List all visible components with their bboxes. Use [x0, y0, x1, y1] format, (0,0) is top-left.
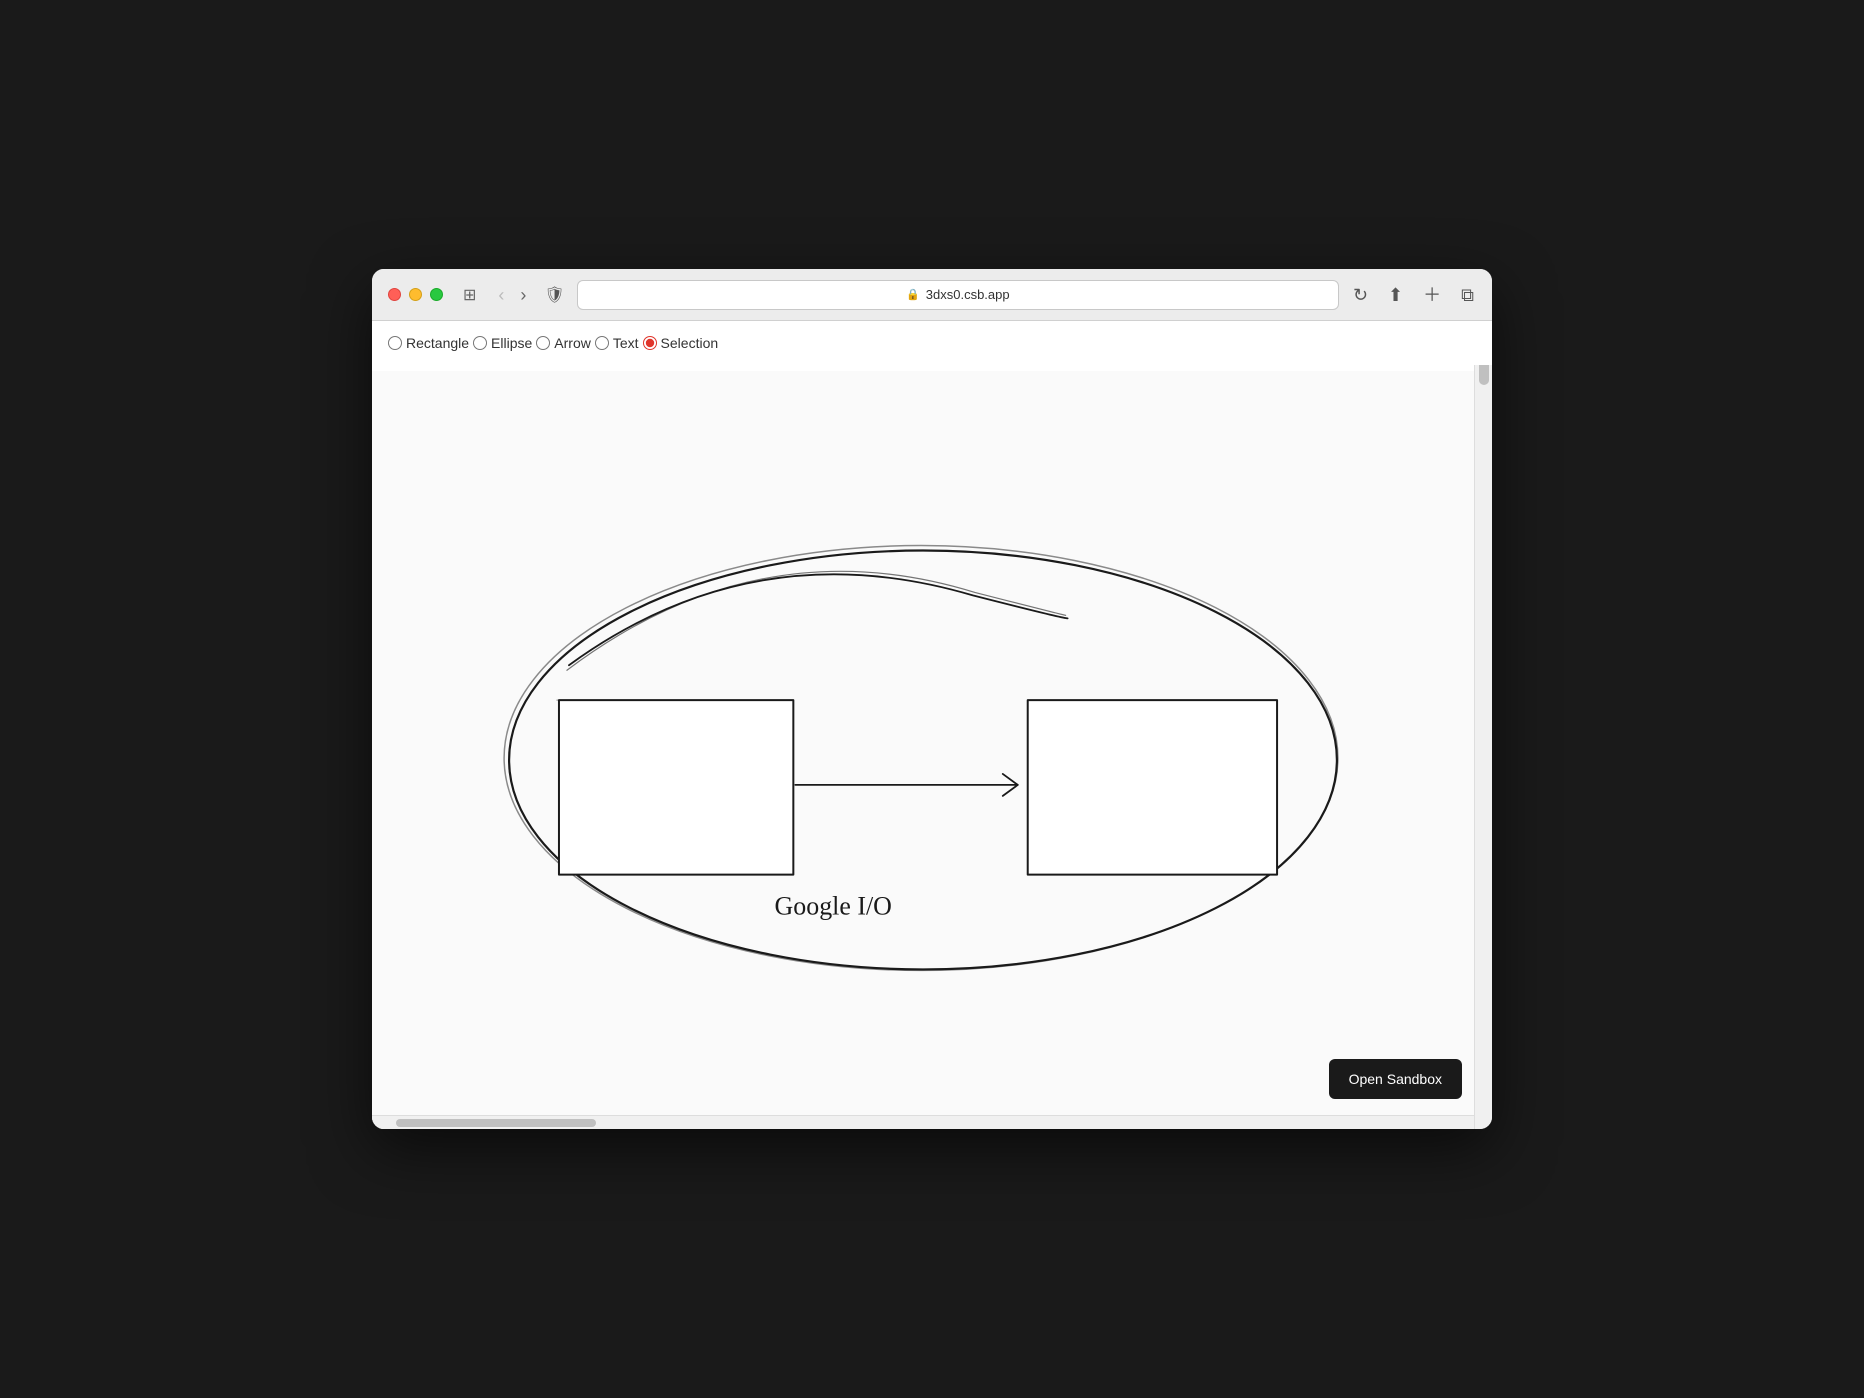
browser-window: ⊞ ‹ › 🛡 🔒 3dxs0.csb.app ↻ ⬆ ＋ ⧉ Rectangl… [372, 269, 1492, 1129]
maximize-button[interactable] [430, 288, 443, 301]
back-button[interactable]: ‹ [492, 284, 510, 306]
new-tab-button[interactable]: ＋ [1421, 284, 1443, 306]
shield-icon: 🛡 [544, 285, 564, 305]
tool-rectangle-radio[interactable] [388, 336, 402, 350]
tool-text[interactable]: Text [595, 335, 639, 351]
tool-selection[interactable]: Selection [643, 335, 719, 351]
scrollbar-vertical[interactable] [1474, 321, 1492, 1129]
tool-rectangle-label: Rectangle [406, 335, 469, 351]
content-area: Rectangle Ellipse Arrow Text Selection [372, 321, 1492, 1129]
traffic-lights [388, 288, 443, 301]
address-bar[interactable]: 🔒 3dxs0.csb.app [577, 280, 1339, 310]
diagram-label: Google I/O [775, 892, 892, 921]
drawing-toolbar: Rectangle Ellipse Arrow Text Selection [372, 321, 1492, 365]
tool-arrow[interactable]: Arrow [536, 335, 591, 351]
reload-button[interactable]: ↻ [1351, 284, 1370, 306]
tool-text-radio[interactable] [595, 336, 609, 350]
title-bar: ⊞ ‹ › 🛡 🔒 3dxs0.csb.app ↻ ⬆ ＋ ⧉ [372, 269, 1492, 321]
scrollbar-horizontal[interactable] [372, 1115, 1474, 1129]
forward-button[interactable]: › [514, 284, 532, 306]
sidebar-toggle-icon[interactable]: ⊞ [463, 285, 476, 305]
nav-buttons: ‹ › [492, 284, 532, 306]
minimize-button[interactable] [409, 288, 422, 301]
tool-selection-label: Selection [661, 335, 719, 351]
toolbar-actions: ↻ ⬆ ＋ ⧉ [1351, 284, 1476, 306]
share-button[interactable]: ⬆ [1386, 284, 1405, 306]
lock-icon: 🔒 [906, 288, 920, 301]
tool-arrow-label: Arrow [554, 335, 591, 351]
drawing-canvas[interactable]: Google I/O [372, 371, 1474, 1129]
tool-rectangle[interactable]: Rectangle [388, 335, 469, 351]
tool-selection-radio[interactable] [643, 336, 657, 350]
canvas-area[interactable]: Google I/O [372, 371, 1474, 1129]
close-button[interactable] [388, 288, 401, 301]
tool-ellipse[interactable]: Ellipse [473, 335, 532, 351]
tabs-button[interactable]: ⧉ [1459, 284, 1476, 306]
url-text: 3dxs0.csb.app [926, 287, 1010, 302]
tool-ellipse-label: Ellipse [491, 335, 532, 351]
scrollbar-thumb-horizontal[interactable] [396, 1119, 596, 1127]
open-sandbox-button[interactable]: Open Sandbox [1329, 1059, 1462, 1099]
tool-ellipse-radio[interactable] [473, 336, 487, 350]
tool-arrow-radio[interactable] [536, 336, 550, 350]
tool-text-label: Text [613, 335, 639, 351]
